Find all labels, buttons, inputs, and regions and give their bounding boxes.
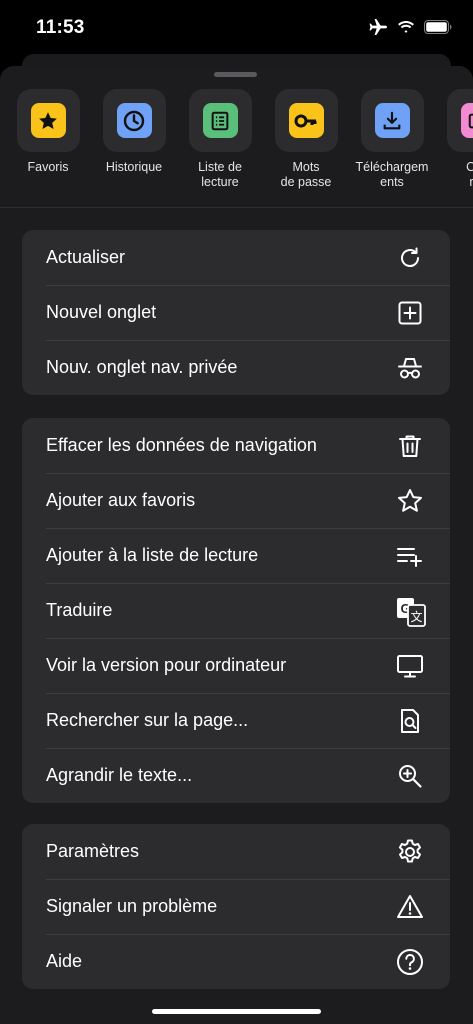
menu-group-tabs: Actualiser Nouvel onglet Nouv. onglet na… — [22, 230, 450, 395]
tools-menu-sheet: Favoris Historique Liste de lecture Mots… — [0, 66, 473, 1024]
gear-icon — [396, 838, 424, 866]
translate-icon: G文 — [396, 597, 426, 627]
shortcut-label: Téléchargem ents — [355, 160, 429, 189]
zoom-in-icon — [396, 762, 424, 790]
shortcuts-carousel[interactable]: Favoris Historique Liste de lecture Mots… — [0, 89, 473, 207]
menu-item-help[interactable]: Aide — [22, 934, 450, 989]
menu-item-label: Aide — [46, 951, 83, 971]
menu-group-page-actions: Effacer les données de navigation Ajoute… — [22, 418, 450, 803]
menu-item-label: Nouvel onglet — [46, 302, 157, 322]
key-icon — [288, 103, 324, 138]
menu-item-label: Actualiser — [46, 247, 126, 267]
incognito-icon — [396, 354, 424, 382]
status-time: 11:53 — [36, 17, 85, 38]
reading-list-icon — [202, 103, 238, 138]
shortcut-tile — [446, 89, 473, 152]
new-tab-icon — [396, 299, 424, 327]
shortcut-history[interactable]: Historique — [91, 89, 177, 175]
shortcut-label: Favoris — [27, 160, 69, 174]
wifi-icon — [397, 20, 415, 34]
sheet-grabber[interactable] — [214, 72, 257, 77]
menu-item-label: Ajouter à la liste de lecture — [46, 545, 259, 565]
help-icon — [396, 948, 424, 976]
shortcut-favorites[interactable]: Favoris — [5, 89, 91, 175]
star-icon — [30, 103, 66, 138]
shortcut-tile — [274, 89, 338, 152]
menu-item-label: Effacer les données de navigation — [46, 435, 317, 455]
status-icons — [368, 18, 453, 36]
menu-item-label: Signaler un problème — [46, 896, 218, 916]
menu-item-label: Ajouter aux favoris — [46, 490, 196, 510]
download-icon — [374, 103, 410, 138]
menu-item-add-bookmark[interactable]: Ajouter aux favoris — [22, 473, 450, 528]
svg-text:文: 文 — [410, 609, 422, 624]
menu-item-new-private-tab[interactable]: Nouv. onglet nav. privée — [22, 340, 450, 395]
menu-group-settings: Paramètres Signaler un problème Aide — [22, 824, 450, 989]
menu-item-new-tab[interactable]: Nouvel onglet — [22, 285, 450, 340]
menu-item-request-desktop-site[interactable]: Voir la version pour ordinateur — [22, 638, 450, 693]
menu-item-label: Rechercher sur la page... — [46, 710, 249, 730]
airplane-mode-icon — [368, 18, 388, 36]
shortcut-label: Mots de passe — [280, 160, 332, 189]
shortcut-label: Liste de lecture — [198, 160, 242, 189]
recent-tabs-icon — [460, 103, 473, 138]
find-in-page-icon — [396, 707, 424, 735]
desktop-icon — [396, 652, 424, 680]
menu-item-refresh[interactable]: Actualiser — [22, 230, 450, 285]
menu-item-clear-browsing-data[interactable]: Effacer les données de navigation — [22, 418, 450, 473]
menu-item-add-to-reading-list[interactable]: Ajouter à la liste de lecture — [22, 528, 450, 583]
battery-icon — [424, 20, 453, 34]
add-to-list-icon — [396, 542, 424, 570]
shortcut-reading-list[interactable]: Liste de lecture — [177, 89, 263, 190]
menu-item-label: Traduire — [46, 600, 113, 620]
refresh-icon — [396, 244, 424, 272]
shortcut-recent-tabs[interactable]: Ong réc — [435, 89, 473, 190]
home-indicator[interactable] — [152, 1009, 321, 1014]
star-outline-icon — [396, 487, 424, 515]
shortcut-tile — [188, 89, 252, 152]
shortcut-downloads[interactable]: Téléchargem ents — [349, 89, 435, 190]
menu-item-label: Voir la version pour ordinateur — [46, 655, 287, 675]
trash-icon — [396, 432, 424, 460]
shortcut-label: Historique — [105, 160, 163, 174]
shortcut-tile — [102, 89, 166, 152]
menu-item-label: Paramètres — [46, 841, 140, 861]
menu-item-label: Agrandir le texte... — [46, 765, 193, 785]
menu-item-find-in-page[interactable]: Rechercher sur la page... — [22, 693, 450, 748]
warning-icon — [396, 893, 424, 921]
menu-item-settings[interactable]: Paramètres — [22, 824, 450, 879]
shortcut-label: Ong réc — [466, 160, 473, 189]
clock-icon — [116, 103, 152, 138]
divider — [0, 207, 473, 208]
menu-item-label: Nouv. onglet nav. privée — [46, 357, 238, 377]
status-bar: 11:53 — [0, 0, 473, 56]
menu-item-report-issue[interactable]: Signaler un problème — [22, 879, 450, 934]
menu-item-zoom-text[interactable]: Agrandir le texte... — [22, 748, 450, 803]
shortcut-tile — [360, 89, 424, 152]
shortcut-passwords[interactable]: Mots de passe — [263, 89, 349, 190]
shortcut-tile — [16, 89, 80, 152]
menu-item-translate[interactable]: Traduire G文 — [22, 583, 450, 638]
